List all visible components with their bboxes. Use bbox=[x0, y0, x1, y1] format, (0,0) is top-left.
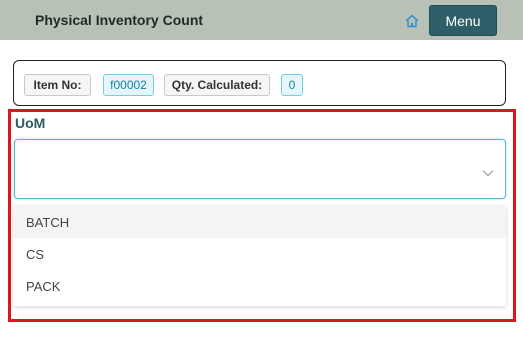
qty-calculated-value: 0 bbox=[281, 74, 303, 96]
menu-button[interactable]: Menu bbox=[429, 5, 497, 36]
qty-calculated-label: Qty. Calculated: bbox=[164, 74, 270, 96]
uom-option-pack[interactable]: PACK bbox=[13, 270, 506, 302]
item-no-value: f00002 bbox=[103, 74, 154, 96]
uom-option-batch[interactable]: BATCH bbox=[13, 206, 506, 238]
app-title: Physical Inventory Count bbox=[35, 12, 204, 28]
uom-label: UoM bbox=[15, 115, 46, 131]
app-header: Physical Inventory Count Menu bbox=[0, 0, 523, 40]
chevron-down-icon[interactable] bbox=[482, 164, 494, 177]
item-no-label: Item No: bbox=[24, 74, 91, 96]
uom-select[interactable] bbox=[14, 139, 506, 199]
uom-option-cs[interactable]: CS bbox=[13, 238, 506, 270]
home-icon[interactable] bbox=[404, 13, 420, 29]
item-info-panel: Item No: f00002 Qty. Calculated: 0 bbox=[13, 60, 506, 106]
uom-dropdown-list: BATCH CS PACK bbox=[13, 206, 506, 306]
